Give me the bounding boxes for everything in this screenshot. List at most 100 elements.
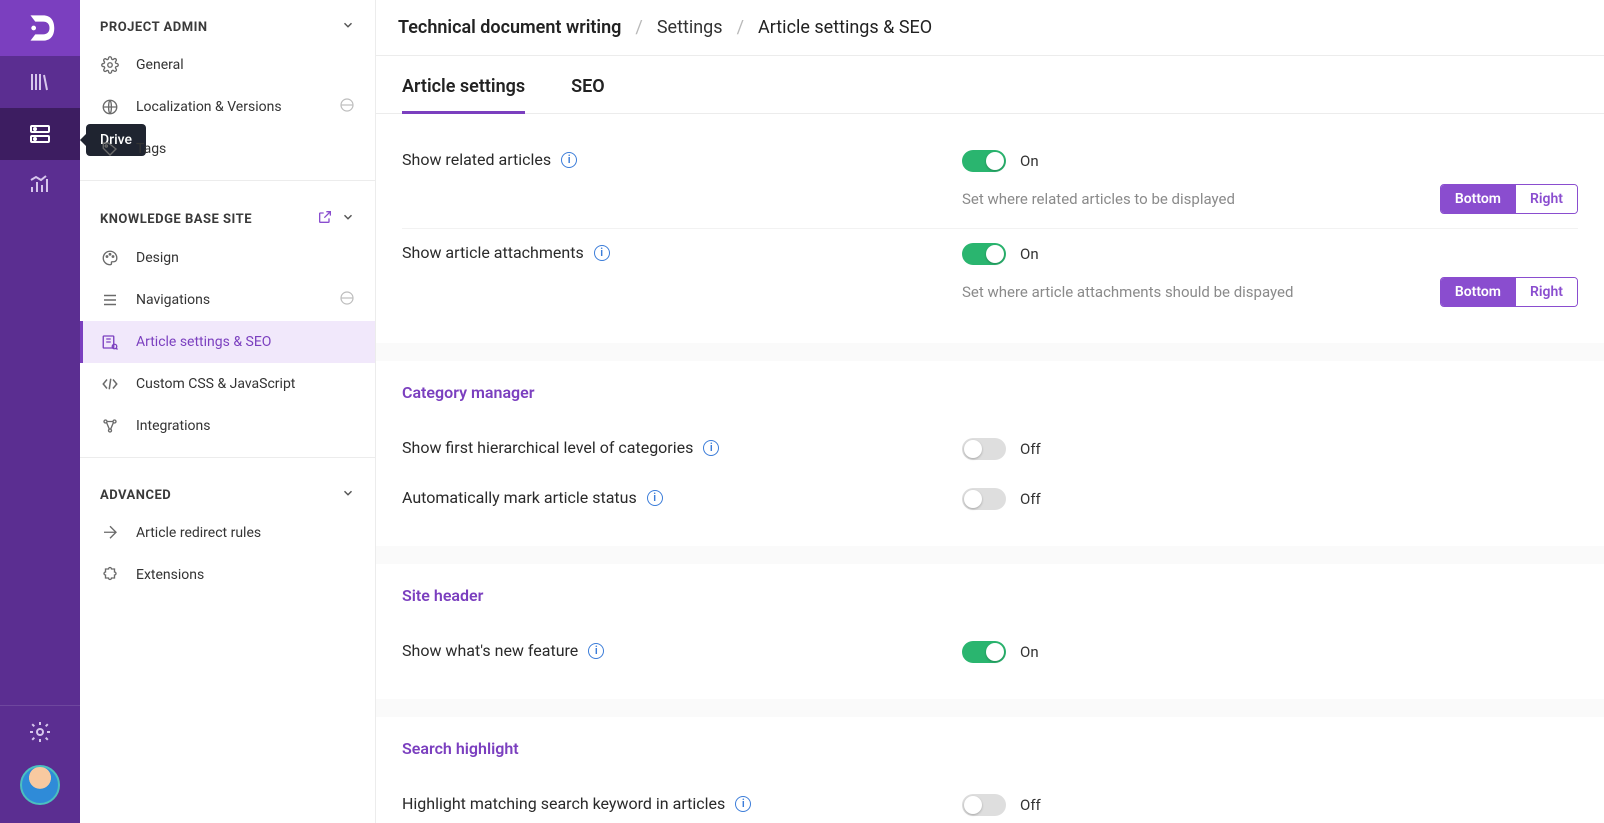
section-label: KNOWLEDGE BASE SITE	[100, 212, 252, 227]
sidebar-item-label: Localization & Versions	[136, 99, 282, 115]
sidebar-item-extensions[interactable]: Extensions	[80, 554, 375, 596]
avatar[interactable]	[20, 765, 60, 805]
row-hint: Set where article attachments should be …	[962, 283, 1293, 301]
external-link-icon[interactable]	[317, 209, 333, 229]
info-icon[interactable]: i	[703, 440, 719, 456]
row-label: Automatically mark article status	[402, 488, 637, 507]
seg-opt-right[interactable]: Right	[1515, 185, 1577, 213]
logo-icon	[21, 9, 59, 47]
sidebar-item-redirect[interactable]: Article redirect rules	[80, 512, 375, 554]
seg-opt-bottom[interactable]: Bottom	[1441, 278, 1515, 306]
menu-icon	[100, 290, 120, 310]
row-label: Show what's new feature	[402, 641, 578, 660]
card-search-highlight: Search highlight Highlight matching sear…	[376, 717, 1604, 823]
toggle-auto-article-status[interactable]	[962, 488, 1006, 510]
rail-analytics[interactable]	[0, 160, 80, 212]
card-site-header: Site header Show what's new feature i On	[376, 564, 1604, 699]
info-icon[interactable]: i	[588, 643, 604, 659]
content-scroll[interactable]: Show related articles i On Set where rel…	[376, 114, 1604, 823]
breadcrumb-sep: /	[635, 17, 642, 38]
books-icon	[28, 70, 52, 94]
row-label: Show first hierarchical level of categor…	[402, 438, 693, 457]
sidebar-item-label: Navigations	[136, 292, 210, 308]
sidebar-item-label: General	[136, 57, 184, 73]
sidebar-item-localization[interactable]: Localization & Versions	[80, 86, 375, 128]
globe-icon	[100, 97, 120, 117]
breadcrumb-sep: /	[737, 17, 744, 38]
info-icon[interactable]: i	[594, 245, 610, 261]
row-auto-article-status: Automatically mark article status i Off	[402, 474, 1578, 524]
globe-icon	[339, 290, 355, 310]
breadcrumb-mid[interactable]: Settings	[657, 17, 723, 38]
seg-opt-bottom[interactable]: Bottom	[1441, 185, 1515, 213]
section-project-admin[interactable]: PROJECT ADMIN	[80, 0, 375, 44]
sidebar-item-tags[interactable]: Tags	[80, 128, 375, 170]
row-label: Highlight matching search keyword in art…	[402, 794, 725, 813]
group-title: Search highlight	[402, 739, 1578, 758]
toggle-whats-new[interactable]	[962, 641, 1006, 663]
row-search-highlight: Highlight matching search keyword in art…	[402, 780, 1578, 823]
sidebar-item-label: Design	[136, 250, 179, 266]
settings-panel: PROJECT ADMIN General Localization & Ver…	[80, 0, 376, 823]
toggle-state: Off	[1020, 796, 1041, 814]
gear-icon	[100, 55, 120, 75]
logo	[0, 0, 80, 56]
info-icon[interactable]: i	[647, 490, 663, 506]
breadcrumb-current: Article settings & SEO	[758, 17, 932, 38]
row-article-attachments: Show article attachments i On Set where …	[402, 228, 1578, 321]
segmented-attachments-position: Bottom Right	[1440, 277, 1578, 307]
tab-seo[interactable]: SEO	[571, 76, 605, 113]
toggle-article-attachments[interactable]	[962, 243, 1006, 265]
toggle-state: Off	[1020, 490, 1041, 508]
sidebar-item-label: Article settings & SEO	[136, 334, 271, 350]
section-label: PROJECT ADMIN	[100, 20, 208, 35]
sidebar-item-label: Custom CSS & JavaScript	[136, 376, 295, 392]
group-title: Site header	[402, 586, 1578, 605]
card-category-manager: Category manager Show first hierarchical…	[376, 361, 1604, 546]
toggle-first-level-categories[interactable]	[962, 438, 1006, 460]
toggle-state: On	[1020, 245, 1039, 263]
rail-drive[interactable]	[0, 108, 80, 160]
sidebar-item-custom-css[interactable]: Custom CSS & JavaScript	[80, 363, 375, 405]
tag-icon	[100, 139, 120, 159]
breadcrumb-root[interactable]: Technical document writing	[398, 17, 621, 38]
row-hint: Set where related articles to be display…	[962, 190, 1235, 208]
rail-settings[interactable]	[0, 705, 80, 757]
toggle-search-highlight[interactable]	[962, 794, 1006, 816]
integrations-icon	[100, 416, 120, 436]
sidebar-item-label: Tags	[136, 141, 166, 157]
section-advanced[interactable]: ADVANCED	[80, 468, 375, 512]
toggle-state: Off	[1020, 440, 1041, 458]
sidebar-item-article-seo[interactable]: Article settings & SEO	[80, 321, 375, 363]
breadcrumb: Technical document writing / Settings / …	[376, 0, 1604, 56]
drive-icon	[28, 122, 52, 146]
code-icon	[100, 374, 120, 394]
toggle-related-articles[interactable]	[962, 150, 1006, 172]
sidebar-item-navigations[interactable]: Navigations	[80, 279, 375, 321]
sidebar-item-general[interactable]: General	[80, 44, 375, 86]
tabs: Article settings SEO	[376, 56, 1604, 114]
sidebar-item-label: Extensions	[136, 567, 204, 583]
redirect-icon	[100, 523, 120, 543]
main-area: Technical document writing / Settings / …	[376, 0, 1604, 823]
chevron-down-icon	[341, 18, 355, 36]
tab-article-settings[interactable]: Article settings	[402, 76, 525, 113]
sidebar-item-integrations[interactable]: Integrations	[80, 405, 375, 447]
section-label: ADVANCED	[100, 488, 171, 503]
puzzle-icon	[100, 565, 120, 585]
info-icon[interactable]: i	[561, 152, 577, 168]
row-label: Show article attachments	[402, 243, 584, 262]
gear-icon	[28, 720, 52, 744]
section-kb-site[interactable]: KNOWLEDGE BASE SITE	[80, 191, 375, 237]
row-first-level-categories: Show first hierarchical level of categor…	[402, 424, 1578, 474]
seg-opt-right[interactable]: Right	[1515, 278, 1577, 306]
chevron-down-icon	[341, 486, 355, 504]
analytics-icon	[28, 174, 52, 198]
sidebar-item-design[interactable]: Design	[80, 237, 375, 279]
palette-icon	[100, 248, 120, 268]
rail-library[interactable]	[0, 56, 80, 108]
toggle-state: On	[1020, 152, 1039, 170]
info-icon[interactable]: i	[735, 796, 751, 812]
segmented-related-position: Bottom Right	[1440, 184, 1578, 214]
card-article-display: Show related articles i On Set where rel…	[376, 114, 1604, 343]
